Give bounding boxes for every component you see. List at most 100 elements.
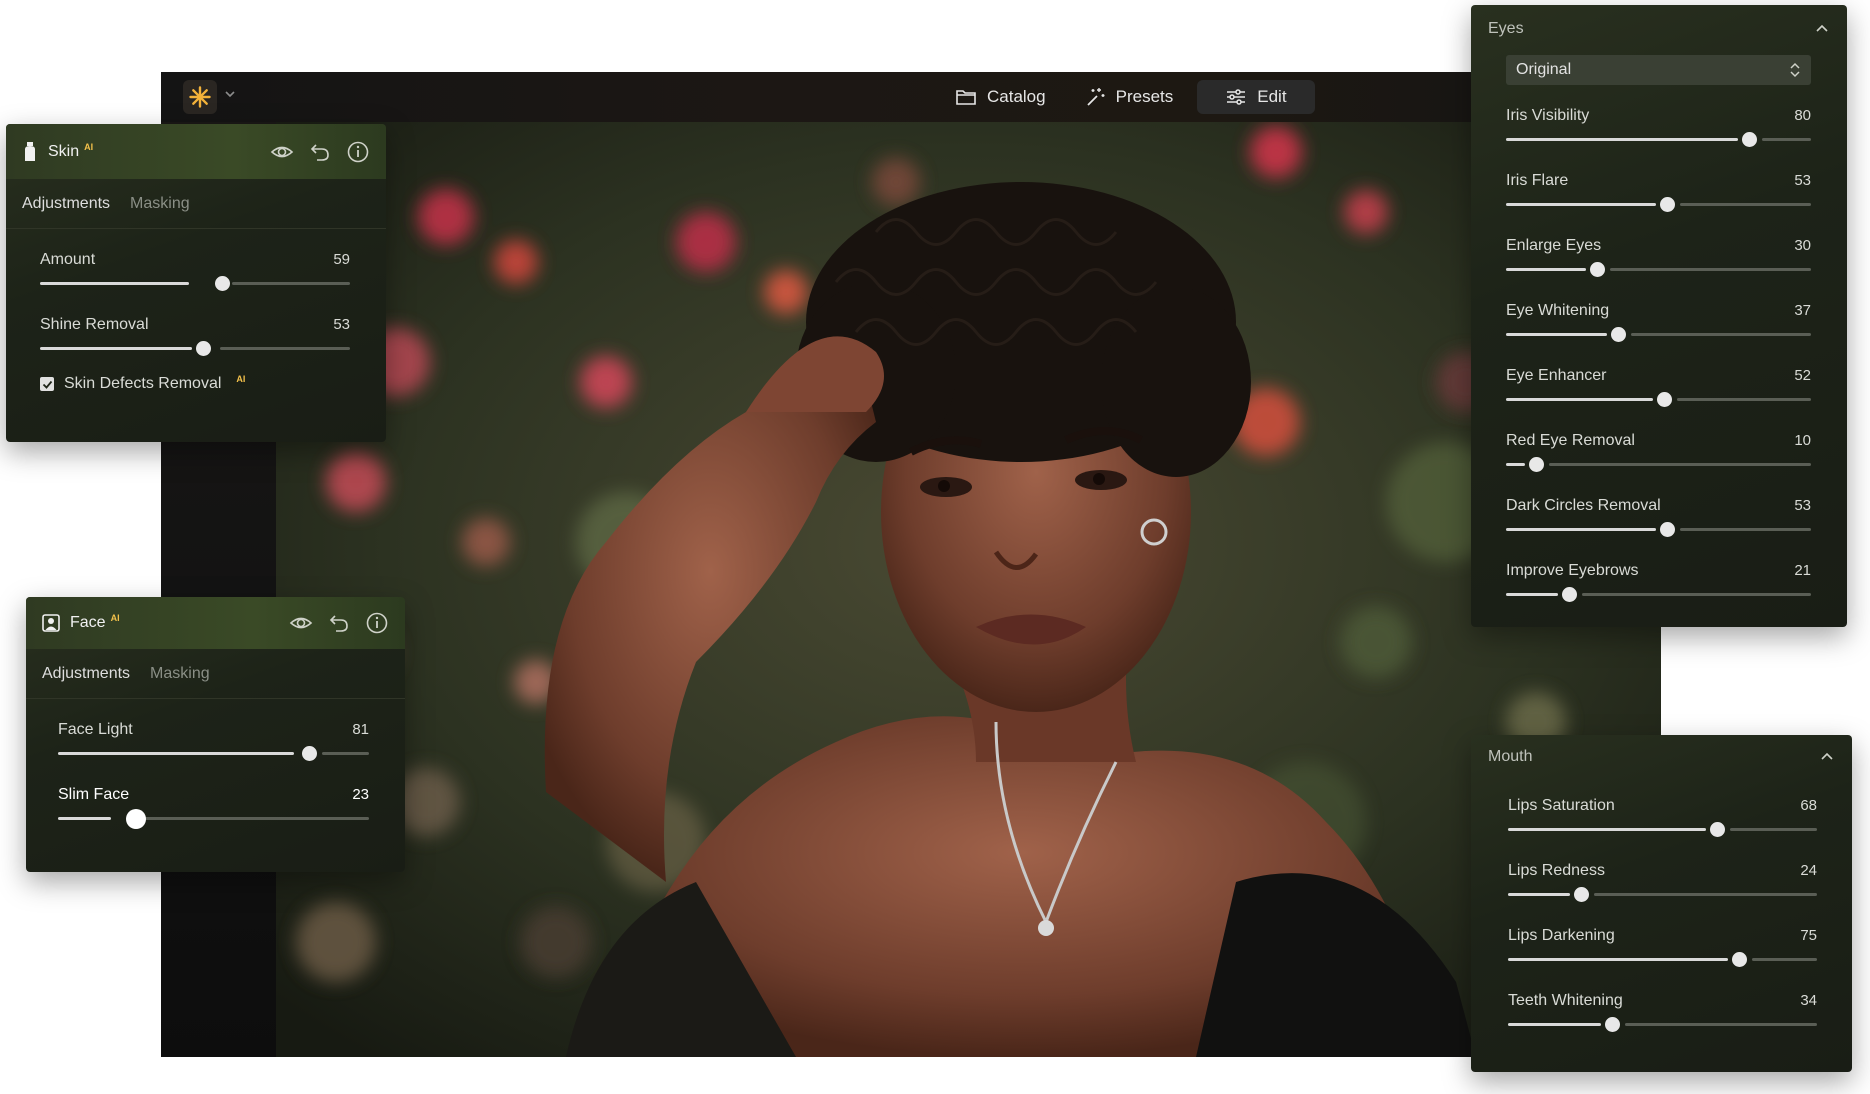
- tab-masking[interactable]: Masking: [150, 665, 210, 683]
- chevron-down-icon[interactable]: [223, 87, 237, 101]
- editor-window: Catalog Presets Edit: [161, 72, 1661, 1057]
- slider-handle[interactable]: [1742, 132, 1757, 147]
- slider-handle[interactable]: [214, 276, 230, 291]
- top-bar: Catalog Presets Edit: [161, 72, 1661, 122]
- slider-label: Slim Face: [58, 786, 130, 803]
- skin-defects-removal-checkbox[interactable]: Skin Defects Removal AI: [40, 374, 350, 393]
- slider-handle[interactable]: [125, 809, 146, 829]
- slider-handle[interactable]: [1574, 887, 1590, 902]
- slider-eye-enhancer[interactable]: Eye Enhancer 52: [1506, 355, 1811, 420]
- slider-handle[interactable]: [1731, 952, 1747, 967]
- slider-teeth-whitening[interactable]: Teeth Whitening 34: [1508, 980, 1817, 1045]
- slider-track[interactable]: [1506, 327, 1811, 342]
- slider-iris-flare[interactable]: Iris Flare 53: [1506, 160, 1811, 225]
- info-icon[interactable]: [346, 140, 370, 164]
- slider-iris-visibility[interactable]: Iris Visibility 80: [1506, 95, 1811, 160]
- tab-adjustments[interactable]: Adjustments: [22, 195, 110, 213]
- slider-enlarge-eyes[interactable]: Enlarge Eyes 30: [1506, 225, 1811, 290]
- face-panel-header: Face AI: [26, 597, 405, 649]
- slider-value: 75: [1800, 927, 1817, 944]
- slider-label: Dark Circles Removal: [1506, 497, 1661, 514]
- slider-slim-face[interactable]: Slim Face 23: [58, 774, 369, 839]
- slider-track[interactable]: [1506, 522, 1811, 537]
- slider-amount[interactable]: Amount 59: [40, 239, 350, 304]
- slider-handle[interactable]: [1610, 327, 1626, 342]
- slider-handle[interactable]: [1528, 457, 1544, 472]
- slider-handle[interactable]: [1659, 197, 1675, 212]
- slider-track[interactable]: [1506, 262, 1811, 277]
- slider-label: Eye Whitening: [1506, 302, 1610, 319]
- slider-track[interactable]: [1508, 952, 1817, 967]
- slider-shine-removal[interactable]: Shine Removal 53: [40, 304, 350, 369]
- slider-face-light[interactable]: Face Light 81: [58, 709, 369, 774]
- slider-handle[interactable]: [1656, 392, 1672, 407]
- folder-icon: [956, 90, 976, 105]
- slider-label: Shine Removal: [40, 316, 149, 333]
- slider-improve-eyebrows[interactable]: Improve Eyebrows 21: [1506, 550, 1811, 615]
- slider-label: Iris Visibility: [1506, 107, 1590, 124]
- slider-track[interactable]: [1506, 392, 1811, 407]
- slider-value: 10: [1794, 432, 1811, 449]
- eye-icon[interactable]: [289, 611, 313, 635]
- undo-icon[interactable]: [327, 611, 351, 635]
- slider-track[interactable]: [40, 341, 350, 356]
- slider-label: Enlarge Eyes: [1506, 237, 1602, 254]
- slider-handle[interactable]: [1605, 1017, 1621, 1032]
- slider-track[interactable]: [1506, 197, 1811, 212]
- slider-handle[interactable]: [1710, 822, 1726, 837]
- slider-track[interactable]: [1508, 887, 1817, 902]
- slider-label: Improve Eyebrows: [1506, 562, 1639, 579]
- slider-track[interactable]: [1508, 1017, 1817, 1032]
- nav-catalog-label: Catalog: [987, 87, 1046, 106]
- slider-track[interactable]: [1506, 457, 1811, 472]
- mouth-section-header[interactable]: Mouth: [1471, 737, 1852, 777]
- eye-icon[interactable]: [270, 140, 294, 164]
- slider-lips-redness[interactable]: Lips Redness 24: [1508, 850, 1817, 915]
- slider-lips-darkening[interactable]: Lips Darkening 75: [1508, 915, 1817, 980]
- slider-track[interactable]: [1506, 132, 1811, 147]
- slider-red-eye-removal[interactable]: Red Eye Removal 10: [1506, 420, 1811, 485]
- slider-lips-saturation[interactable]: Lips Saturation 68: [1508, 785, 1817, 850]
- nav-presets[interactable]: Presets: [1070, 80, 1188, 114]
- chevron-up-icon[interactable]: [1819, 749, 1835, 765]
- skin-panel-header: Skin AI: [6, 124, 386, 179]
- slider-handle[interactable]: [1659, 522, 1675, 537]
- slider-label: Lips Saturation: [1508, 797, 1615, 814]
- nav-edit[interactable]: Edit: [1197, 80, 1315, 114]
- slider-handle[interactable]: [196, 341, 212, 356]
- eyes-section-header[interactable]: Eyes: [1471, 5, 1847, 53]
- slider-handle[interactable]: [1589, 262, 1605, 277]
- app-logo-button[interactable]: [183, 80, 217, 114]
- face-panel: Face AI Adjustments Masking Face Light 8…: [26, 597, 405, 872]
- slider-track[interactable]: [58, 746, 369, 761]
- eyes-preset-select[interactable]: Original: [1506, 55, 1811, 85]
- portrait-photo: [276, 122, 1661, 1057]
- sliders-icon: [1227, 89, 1246, 105]
- slider-handle[interactable]: [1562, 587, 1578, 602]
- slider-track[interactable]: [1508, 822, 1817, 837]
- slider-value: 80: [1794, 107, 1811, 124]
- slider-value: 30: [1794, 237, 1811, 254]
- face-panel-title: Face: [70, 614, 106, 631]
- chevron-up-icon[interactable]: [1814, 21, 1830, 37]
- checkbox[interactable]: [40, 377, 54, 391]
- slider-track[interactable]: [58, 809, 369, 829]
- slider-track[interactable]: [40, 276, 350, 291]
- tab-adjustments[interactable]: Adjustments: [42, 665, 130, 683]
- nav-presets-label: Presets: [1115, 87, 1174, 106]
- slider-value: 34: [1800, 992, 1817, 1009]
- slider-handle[interactable]: [301, 746, 317, 761]
- slider-value: 21: [1794, 562, 1811, 579]
- slider-value: 53: [333, 316, 350, 333]
- magic-wand-icon: [1086, 88, 1105, 106]
- slider-value: 53: [1794, 497, 1811, 514]
- info-icon[interactable]: [365, 611, 389, 635]
- undo-icon[interactable]: [308, 140, 332, 164]
- tab-masking[interactable]: Masking: [130, 195, 190, 213]
- nav-catalog[interactable]: Catalog: [941, 80, 1060, 114]
- slider-eye-whitening[interactable]: Eye Whitening 37: [1506, 290, 1811, 355]
- check-icon: [42, 380, 52, 389]
- slider-track[interactable]: [1506, 587, 1811, 602]
- ai-badge: AI: [84, 141, 94, 152]
- slider-dark-circles-removal[interactable]: Dark Circles Removal 53: [1506, 485, 1811, 550]
